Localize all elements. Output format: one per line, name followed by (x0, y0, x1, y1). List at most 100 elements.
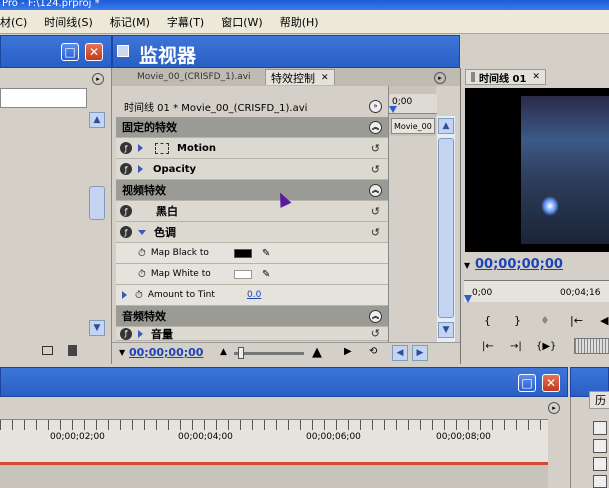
program-timecode[interactable]: 00;00;00;00 (475, 257, 563, 272)
eyedropper-icon[interactable]: ✎ (262, 248, 270, 259)
effect-row-motion[interactable]: ƒ Motion ↺ (116, 138, 388, 159)
panel-menu-icon[interactable]: ▸ (92, 73, 104, 85)
tab-source[interactable]: Movie_00_(CRISFD_1).avi (132, 69, 256, 85)
fx-toggle-icon[interactable]: ƒ (120, 327, 132, 340)
tab-effect-controls[interactable]: 特效控制 ✕ (265, 69, 335, 85)
loop-icon[interactable]: ⟲ (369, 346, 377, 357)
scroll-up-button[interactable]: ▲ (438, 118, 454, 134)
param-row-map-black: ⏱ Map Black to ✎ (116, 243, 388, 264)
tab-history[interactable]: 历 (589, 391, 609, 409)
motion-transform-icon[interactable] (155, 142, 169, 154)
clip-track (389, 136, 437, 342)
tab-close-icon[interactable]: ✕ (321, 73, 329, 83)
playhead-icon[interactable] (464, 295, 472, 303)
collapse-icon[interactable]: ︽ (369, 309, 382, 323)
param-row-amount: ⏱ Amount to Tint 0.0 (116, 285, 388, 306)
fx-toggle-icon[interactable]: ƒ (120, 205, 132, 217)
menu-item-title[interactable]: 字幕(T) (167, 14, 204, 30)
tab-close-icon[interactable]: ✕ (532, 72, 540, 82)
playhead-icon[interactable] (389, 106, 397, 113)
scroll-down-button[interactable]: ▼ (438, 322, 454, 338)
monitor-title: 监视器 (139, 45, 197, 67)
menu-item-help[interactable]: 帮助(H) (280, 14, 319, 30)
reset-icon[interactable]: ↺ (371, 163, 380, 176)
maximize-button[interactable]: □ (61, 43, 79, 61)
timecode-triangle-icon: ▼ (119, 348, 126, 357)
reset-icon[interactable]: ↺ (371, 205, 380, 218)
new-bin-icon[interactable] (42, 346, 53, 355)
effects-timecode[interactable]: 00;00;00;00 (129, 346, 203, 359)
effects-tab-strip: Movie_00_(CRISFD_1).avi 特效控制 ✕ ▸ (112, 68, 460, 86)
close-button[interactable]: ✕ (542, 374, 560, 392)
mini-ruler: 0;00 (389, 94, 437, 114)
stopwatch-icon[interactable]: ⏱ (138, 248, 146, 259)
go-to-previous-edit-icon[interactable]: |← (482, 341, 494, 352)
step-back-icon[interactable]: ◀ (600, 314, 608, 327)
stopwatch-icon[interactable]: ⏱ (138, 269, 146, 280)
fx-toggle-icon[interactable]: ƒ (120, 142, 132, 154)
play-in-to-out-icon[interactable]: {▶} (536, 341, 556, 352)
close-button[interactable]: ✕ (85, 43, 103, 61)
fx-toggle-icon[interactable]: ƒ (120, 226, 132, 238)
program-monitor: 时间线 01 ✕ ▼ 00;00;00;00 0;00 00;04;16 { }… (460, 68, 609, 364)
collapse-icon[interactable]: ︽ (369, 120, 382, 134)
zoom-in-icon[interactable]: ▲ (312, 345, 322, 360)
play-audio-icon[interactable]: ▶︎ (344, 346, 352, 357)
zoom-slider-thumb[interactable] (238, 347, 244, 359)
expand-triangle-icon[interactable] (122, 291, 127, 299)
scrollbar-thumb[interactable] (89, 186, 105, 220)
effect-row-opacity[interactable]: ƒ Opacity ↺ (116, 159, 388, 180)
show-timeline-button[interactable]: » (369, 99, 382, 113)
go-to-in-icon[interactable]: |← (570, 314, 583, 327)
eyedropper-icon[interactable]: ✎ (262, 269, 270, 280)
menu-item-sequence[interactable]: 时间线(S) (44, 14, 93, 30)
scroll-right-button[interactable]: ▶ (412, 345, 428, 361)
video-effects-header: 视频特效 ︽ (116, 180, 388, 201)
color-swatch-black[interactable] (234, 248, 252, 258)
effect-row-tint[interactable]: ƒ 色调 ↺ (116, 222, 388, 243)
stopwatch-icon[interactable]: ⏱ (135, 290, 143, 301)
effect-row-volume[interactable]: ƒ 音量 ↺ (116, 327, 388, 341)
tool-ripple-icon[interactable] (593, 457, 607, 471)
shuttle-control[interactable] (574, 338, 609, 354)
effects-vscrollbar[interactable]: ▲ ▼ (437, 116, 455, 342)
project-list (0, 88, 87, 108)
zoom-slider[interactable] (234, 352, 304, 355)
tool-track-select-icon[interactable] (593, 439, 607, 453)
color-swatch-white[interactable] (234, 269, 252, 279)
trash-icon[interactable] (68, 345, 77, 356)
menu-item-window[interactable]: 窗口(W) (221, 14, 262, 30)
reset-icon[interactable]: ↺ (371, 142, 380, 155)
timecode-triangle-icon: ▼ (464, 261, 471, 270)
effect-row-black-white[interactable]: ƒ 黑白 ↺ (116, 201, 388, 222)
mini-clip[interactable]: Movie_00 (391, 118, 435, 134)
scroll-up-button[interactable]: ▲ (89, 112, 105, 128)
panel-menu-icon[interactable]: ▸ (548, 402, 560, 414)
scroll-left-button[interactable]: ◀ (392, 345, 408, 361)
expand-triangle-icon[interactable] (138, 165, 143, 173)
amount-value[interactable]: 0.0 (247, 290, 261, 300)
tool-rolling-icon[interactable] (593, 475, 607, 488)
expand-triangle-icon[interactable] (138, 144, 143, 152)
tool-selection-icon[interactable] (593, 421, 607, 435)
effects-mini-timeline: 0;00 Movie_00 (388, 86, 437, 342)
go-to-next-edit-icon[interactable]: →| (510, 341, 522, 352)
zoom-out-icon[interactable]: ▲ (220, 347, 227, 357)
mark-out-icon[interactable]: } (514, 314, 521, 327)
menu-item-clip[interactable]: 材(C) (0, 14, 27, 30)
collapse-triangle-icon[interactable] (138, 229, 146, 235)
expand-triangle-icon[interactable] (138, 329, 143, 338)
panel-menu-icon[interactable]: ▸ (434, 72, 446, 84)
scroll-down-button[interactable]: ▼ (89, 320, 105, 336)
clip-header-row: 时间线 01 * Movie_00_(CRISFD_1).avi » (116, 95, 388, 117)
reset-icon[interactable]: ↺ (371, 327, 380, 340)
mark-in-icon[interactable]: { (484, 314, 491, 327)
set-marker-icon[interactable]: ♦ (540, 314, 550, 327)
reset-icon[interactable]: ↺ (371, 226, 380, 239)
maximize-button[interactable]: □ (518, 374, 536, 392)
collapse-icon[interactable]: ︽ (369, 183, 382, 197)
fx-toggle-icon[interactable]: ƒ (120, 163, 132, 175)
scrollbar-thumb[interactable] (438, 138, 454, 318)
tab-timeline[interactable]: 时间线 01 ✕ (465, 69, 546, 85)
menu-item-marker[interactable]: 标记(M) (110, 14, 150, 30)
